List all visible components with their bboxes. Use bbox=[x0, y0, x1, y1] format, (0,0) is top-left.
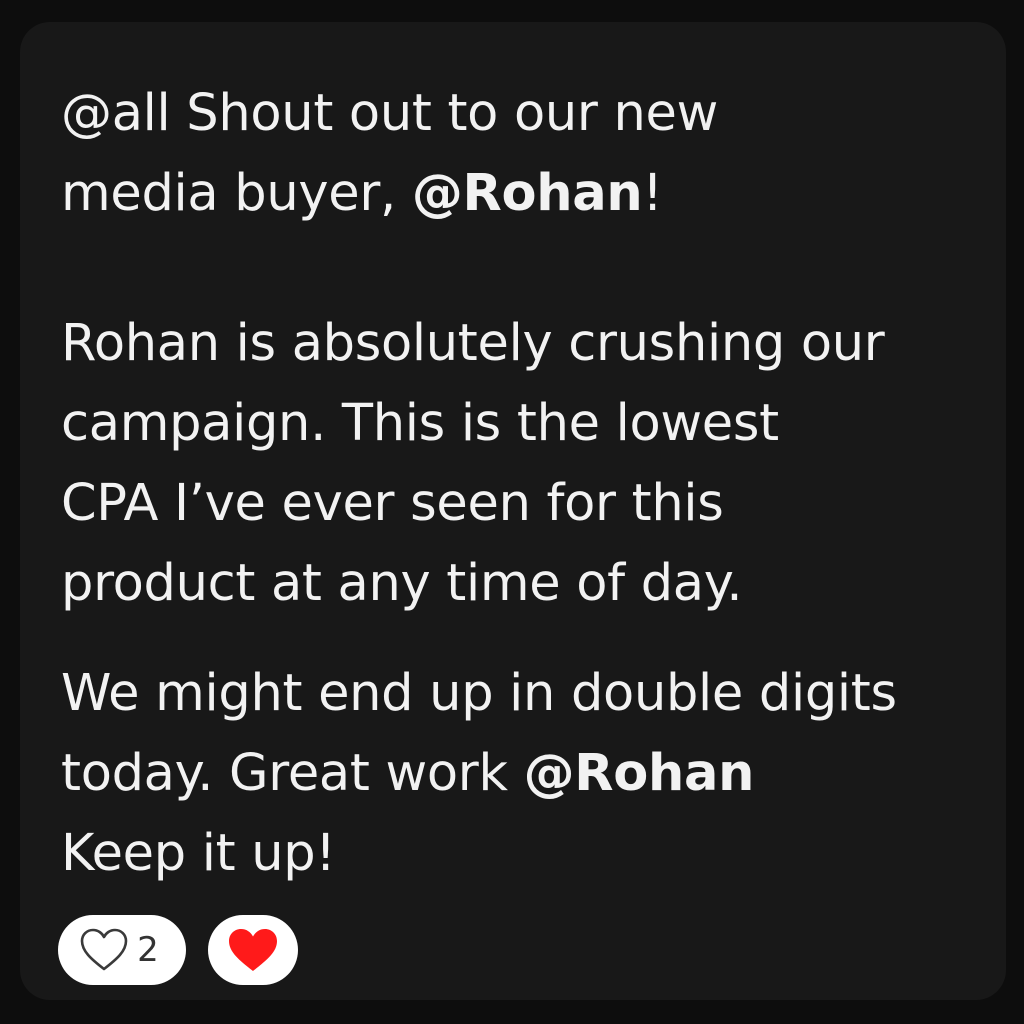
reactions-bar: 2 bbox=[58, 915, 298, 985]
message-text: ! bbox=[642, 164, 663, 223]
message-text: today. Great work bbox=[61, 744, 524, 803]
message-line: CPA I’ve ever seen for this bbox=[61, 474, 724, 533]
message-line: media buyer, @Rohan! bbox=[61, 154, 1001, 234]
message-line: product at any time of day. bbox=[61, 554, 743, 613]
love-reaction-button[interactable] bbox=[208, 915, 298, 985]
message-card: @all Shout out to our new media buyer, @… bbox=[20, 22, 1006, 1000]
message-text: media buyer, bbox=[61, 164, 412, 223]
like-reaction-button[interactable]: 2 bbox=[58, 915, 186, 985]
message-paragraph: We might end up in double digits today. … bbox=[61, 654, 1001, 894]
message-body: @all Shout out to our new media buyer, @… bbox=[61, 74, 1001, 894]
message-line: @all Shout out to our new bbox=[61, 84, 718, 143]
user-mention[interactable]: @Rohan bbox=[412, 164, 643, 223]
message-line: today. Great work @Rohan bbox=[61, 734, 1001, 814]
heart-outline-icon bbox=[79, 927, 129, 973]
message-line: campaign. This is the lowest bbox=[61, 394, 779, 453]
message-paragraph: Rohan is absolutely crushing our campaig… bbox=[61, 304, 1001, 624]
user-mention[interactable]: @Rohan bbox=[524, 744, 755, 803]
message-line: Rohan is absolutely crushing our bbox=[61, 314, 885, 373]
message-line: We might end up in double digits bbox=[61, 664, 897, 723]
message-line: Keep it up! bbox=[61, 824, 336, 883]
reaction-count: 2 bbox=[137, 930, 159, 970]
red-heart-icon bbox=[226, 926, 280, 974]
message-paragraph: @all Shout out to our new media buyer, @… bbox=[61, 74, 1001, 234]
